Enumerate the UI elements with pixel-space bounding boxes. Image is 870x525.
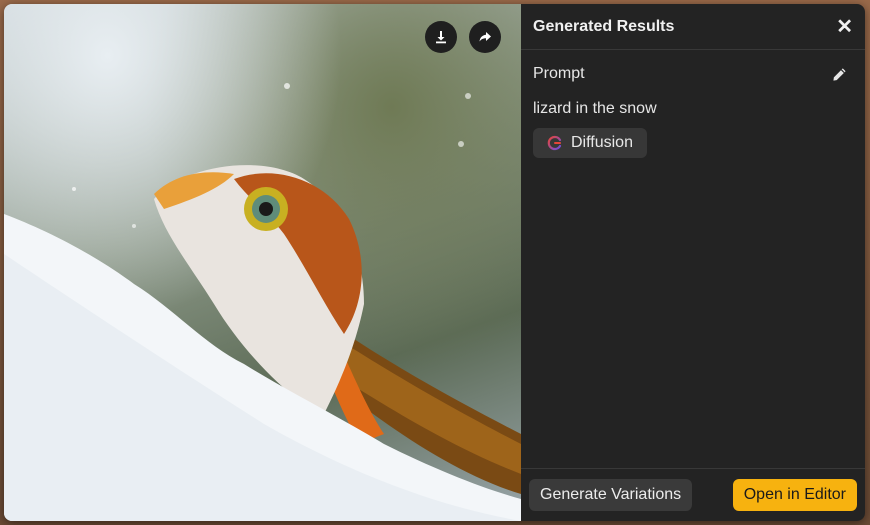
diffusion-logo-icon [547,135,562,151]
model-label: Diffusion [571,134,633,151]
results-sidebar: Generated Results ✕ Prompt lizard in the… [521,4,865,521]
generated-results-dialog: Generated Results ✕ Prompt lizard in the… [4,4,865,521]
prompt-text: lizard in the snow [533,100,657,117]
lizard-image-illustration [4,83,521,521]
pencil-icon[interactable] [832,67,847,82]
close-icon[interactable]: ✕ [836,17,853,37]
download-button[interactable] [425,21,457,53]
generate-variations-button[interactable]: Generate Variations [529,479,693,511]
generated-image [4,4,521,521]
prompt-header: Prompt [521,64,865,84]
open-in-editor-button[interactable]: Open in Editor [732,479,857,511]
sidebar-header: Generated Results ✕ [521,4,865,50]
action-footer: Generate Variations Open in Editor [521,468,865,521]
panel-title: Generated Results [533,17,675,35]
prompt-label: Prompt [533,65,585,82]
model-chip: Diffusion [533,128,647,158]
download-icon [436,31,446,44]
share-icon [479,32,491,42]
share-button[interactable] [469,21,501,53]
